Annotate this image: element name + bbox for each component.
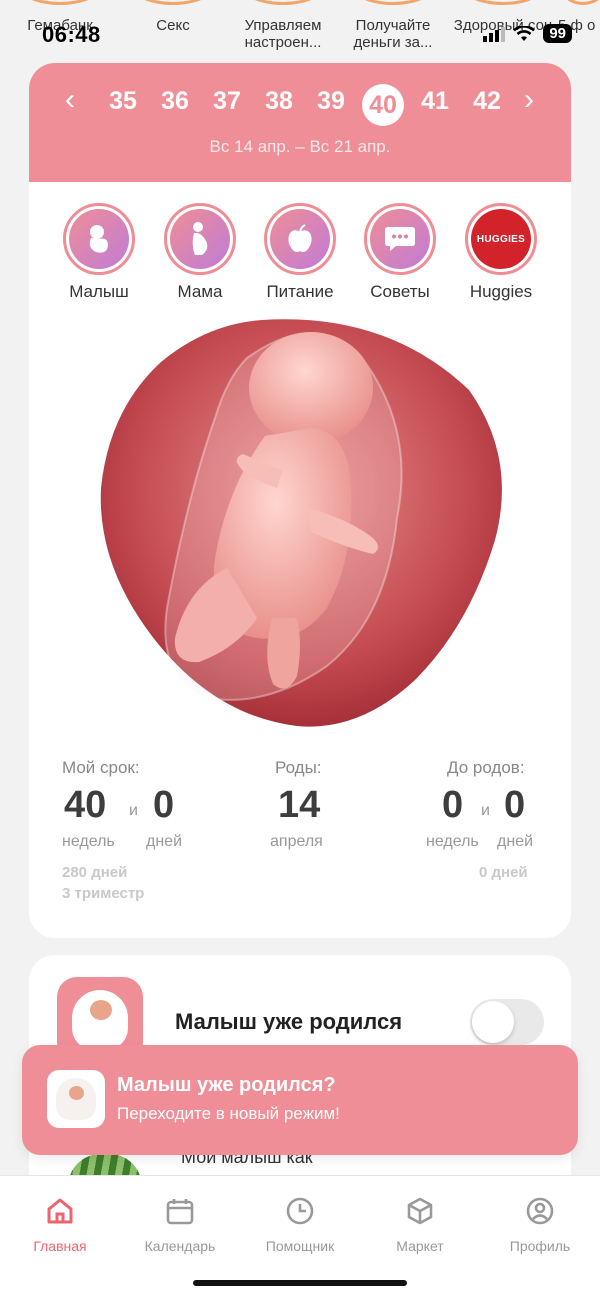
category-tips[interactable]: Советы xyxy=(350,203,450,302)
clock-icon xyxy=(240,1194,360,1228)
fetus-leg xyxy=(267,618,300,689)
chat-bubble-icon xyxy=(370,209,430,269)
profile-icon xyxy=(480,1194,600,1228)
trimester: 3 триместр xyxy=(62,885,145,902)
until-birth-label: До родов: xyxy=(447,758,525,777)
apple-icon xyxy=(270,209,330,269)
status-time: 06:48 xyxy=(42,22,101,47)
week-date-range: Вс 14 апр. – Вс 21 апр. xyxy=(209,137,391,156)
until-birth-days: 0 xyxy=(504,784,526,826)
story-item[interactable]: Получайте деньги за... xyxy=(338,0,448,51)
wifi-icon xyxy=(513,25,536,41)
huggies-logo: HUGGIES xyxy=(471,209,531,269)
toggle-knob xyxy=(472,1001,514,1043)
nav-profile[interactable]: Профиль xyxy=(480,1194,600,1254)
week-42[interactable]: 42 xyxy=(465,87,509,116)
prev-week-arrow-icon[interactable]: ‹ xyxy=(58,85,82,116)
week-38[interactable]: 38 xyxy=(257,87,301,116)
nav-home[interactable]: Главная xyxy=(0,1194,120,1254)
pregnancy-card: ‹ 35 36 37 38 39 40 41 42 › Вс 14 апр. –… xyxy=(29,63,571,938)
story-item[interactable]: Управляем настроен... xyxy=(228,0,338,51)
bottom-navigation: Главная Календарь Помощник Маркет Профил… xyxy=(0,1175,600,1297)
birth-month: апреля xyxy=(270,833,323,850)
new-mode-banner[interactable]: Малыш уже родился? Переходите в новый ре… xyxy=(22,1045,578,1155)
week-37[interactable]: 37 xyxy=(205,87,249,116)
home-indicator[interactable] xyxy=(193,1280,407,1286)
pregnant-mom-icon xyxy=(170,209,230,269)
week-39[interactable]: 39 xyxy=(309,87,353,116)
baby-icon xyxy=(69,209,129,269)
my-term-label: Мой срок: xyxy=(62,758,140,777)
status-icons: 99 xyxy=(483,24,572,43)
fetus-head xyxy=(249,332,373,444)
banner-title: Малыш уже родился? xyxy=(117,1074,336,1096)
birth-day: 14 xyxy=(278,784,321,826)
swaddled-baby-icon xyxy=(47,1070,105,1128)
baby-born-toggle[interactable] xyxy=(470,999,544,1045)
nav-calendar[interactable]: Календарь xyxy=(120,1194,240,1254)
next-week-arrow-icon[interactable]: › xyxy=(517,85,541,116)
signal-icon xyxy=(483,26,506,42)
total-days: 280 дней xyxy=(62,864,128,881)
week-35[interactable]: 35 xyxy=(101,87,145,116)
category-huggies[interactable]: HUGGIES Huggies xyxy=(451,203,551,302)
battery-level: 99 xyxy=(543,24,572,43)
baby-born-title: Малыш уже родился xyxy=(175,1009,403,1034)
birth-label: Роды: xyxy=(275,758,322,777)
calendar-icon xyxy=(120,1194,240,1228)
my-term-weeks: 40 xyxy=(64,784,107,826)
nav-market[interactable]: Маркет xyxy=(360,1194,480,1254)
week-41[interactable]: 41 xyxy=(413,87,457,116)
nav-assistant[interactable]: Помощник xyxy=(240,1194,360,1254)
fetus-illustration xyxy=(100,319,502,727)
story-item[interactable]: Секс xyxy=(118,0,228,34)
week-selector: ‹ 35 36 37 38 39 40 41 42 › Вс 14 апр. –… xyxy=(29,63,571,182)
week-40-selected[interactable]: 40 xyxy=(362,84,404,126)
category-baby[interactable]: Малыш xyxy=(49,203,149,302)
my-term-days: 0 xyxy=(153,784,175,826)
banner-subtitle: Переходите в новый режим! xyxy=(117,1104,340,1123)
week-36[interactable]: 36 xyxy=(153,87,197,116)
category-nutrition[interactable]: Питание xyxy=(250,203,350,302)
until-birth-weeks: 0 xyxy=(442,784,464,826)
until-birth-total-days: 0 дней xyxy=(479,864,528,881)
home-icon xyxy=(0,1194,120,1228)
category-mom[interactable]: Мама xyxy=(150,203,250,302)
box-icon xyxy=(360,1194,480,1228)
